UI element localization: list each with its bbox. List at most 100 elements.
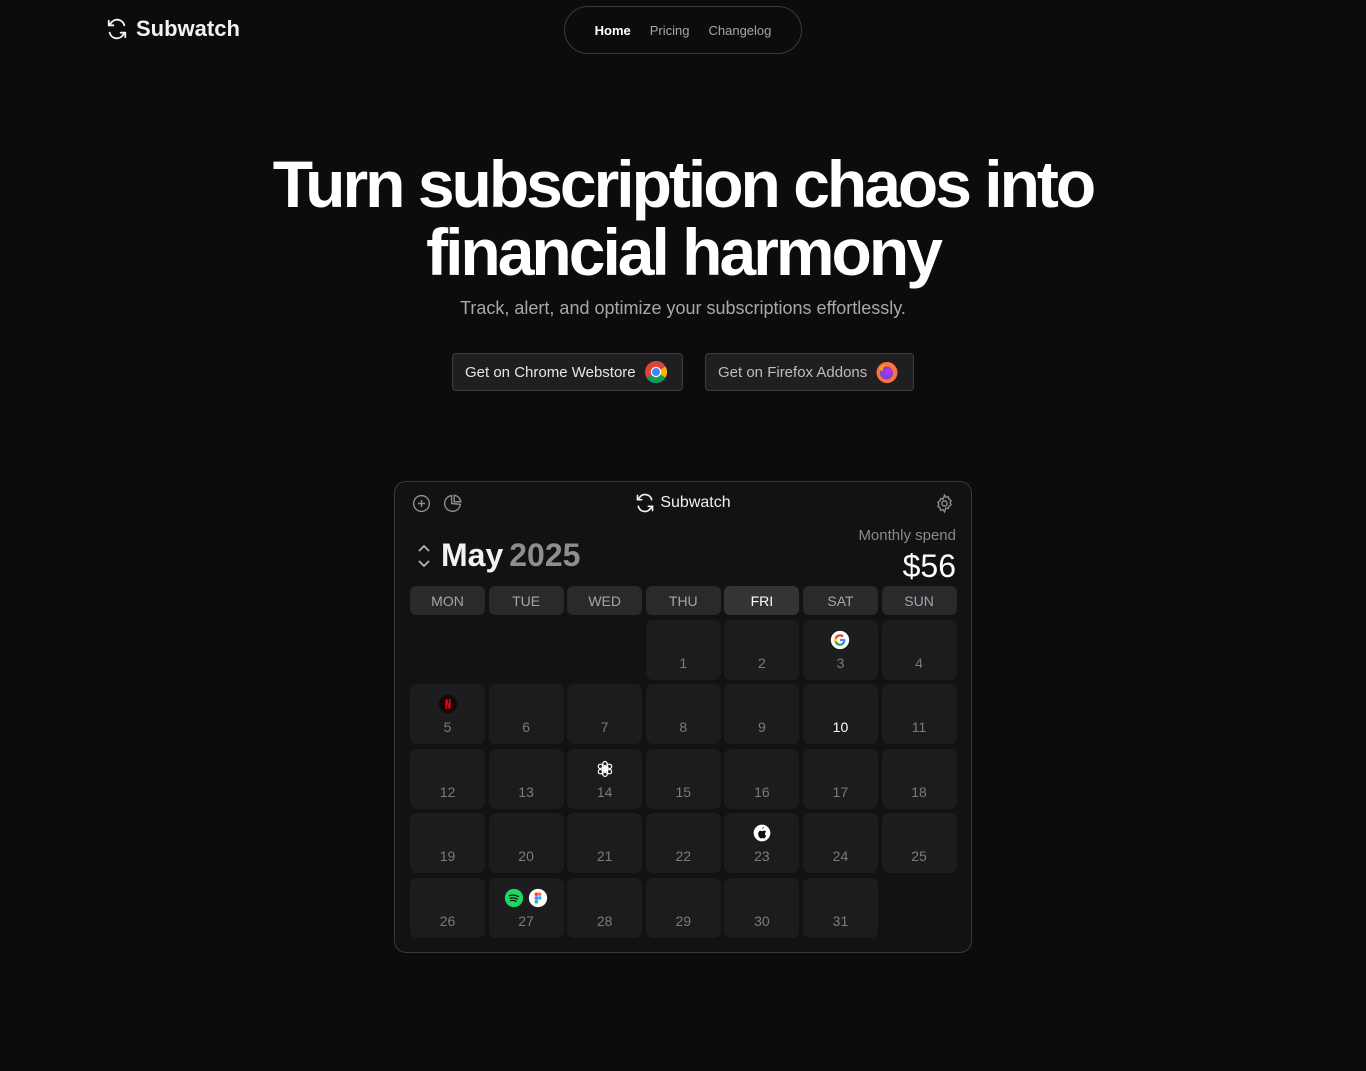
calendar-day-25[interactable]: 25 [881, 813, 957, 874]
calendar-day-10[interactable]: 10 [802, 684, 878, 745]
firefox-addons-button[interactable]: Get on Firefox Addons [705, 353, 914, 391]
app-preview-card: Subwatch May 2025 Monthly spend $56 MON T… [394, 481, 972, 953]
openai-icon [595, 759, 615, 784]
calendar-day-13[interactable]: 13 [488, 748, 564, 809]
day-number: 16 [754, 783, 770, 800]
calendar-day-5[interactable]: 5 [410, 684, 485, 745]
calendar-day-16[interactable]: 16 [724, 748, 800, 809]
calendar-day-2[interactable]: 2 [724, 620, 800, 680]
settings-gear-icon[interactable] [934, 493, 955, 514]
day-number: 7 [600, 719, 609, 736]
month-label: May [441, 537, 504, 573]
hero-subtitle: Track, alert, and optimize your subscrip… [460, 298, 906, 318]
chrome-webstore-button[interactable]: Get on Chrome Webstore [452, 353, 683, 391]
weekday-header-mon: MON [410, 586, 485, 615]
calendar-day-7[interactable]: 7 [567, 684, 643, 745]
day-number: 10 [832, 719, 849, 736]
spotify-icon [504, 888, 524, 913]
month-selector: May 2025 [417, 537, 580, 574]
calendar-day-24[interactable]: 24 [802, 813, 878, 874]
day-number: 26 [439, 912, 456, 929]
calendar-day-3[interactable]: 3 [802, 620, 878, 680]
netflix-icon [438, 694, 458, 719]
calendar-day-6[interactable]: 6 [488, 684, 564, 745]
nav-changelog[interactable]: Changelog [708, 23, 771, 38]
card-title: Subwatch [395, 493, 971, 513]
calendar-empty-cell [410, 620, 485, 680]
day-number: 8 [679, 719, 688, 736]
calendar-day-4[interactable]: 4 [881, 620, 957, 680]
day-number: 3 [836, 655, 845, 671]
refresh-icon [107, 18, 127, 40]
calendar-day-18[interactable]: 18 [881, 748, 957, 809]
calendar-day-1[interactable]: 1 [645, 620, 721, 680]
subscription-icons [504, 888, 548, 913]
firefox-icon [876, 362, 898, 383]
calendar-day-21[interactable]: 21 [567, 813, 643, 874]
calendar-day-8[interactable]: 8 [645, 684, 721, 745]
day-number: 13 [518, 783, 534, 800]
subscription-icons [438, 694, 458, 719]
calendar-day-17[interactable]: 17 [802, 748, 878, 809]
calendar-day-19[interactable]: 19 [410, 813, 485, 874]
calendar-grid: MON TUE WED THU FRI SAT SUN 1 2 3 4 5 6 7 8 9 10 11 12 13 14… [410, 586, 957, 942]
year-label: 2025 [509, 537, 581, 573]
chevron-up-icon[interactable] [417, 543, 431, 554]
day-number: 2 [757, 655, 766, 671]
figma-icon [528, 888, 548, 913]
calendar-day-28[interactable]: 28 [567, 877, 643, 938]
nav-home[interactable]: Home [595, 23, 631, 38]
calendar-day-20[interactable]: 20 [488, 813, 564, 874]
chrome-icon [644, 361, 667, 383]
nav-pricing[interactable]: Pricing [650, 23, 690, 38]
landing-page: Subwatch Home Pricing Changelog Turn sub… [0, 0, 1366, 1071]
subscription-icons [830, 630, 850, 655]
calendar-day-15[interactable]: 15 [645, 748, 721, 809]
day-number: 20 [518, 848, 534, 865]
day-number: 12 [439, 783, 456, 800]
top-nav: Home Pricing Changelog [564, 6, 802, 54]
calendar-day-27[interactable]: 27 [488, 877, 564, 938]
weekday-header-sun: SUN [881, 586, 957, 615]
card-title-text: Subwatch [660, 494, 731, 511]
calendar-day-30[interactable]: 30 [724, 877, 800, 938]
calendar-day-29[interactable]: 29 [645, 877, 721, 938]
firefox-button-label: Get on Firefox Addons [718, 363, 868, 381]
day-number: 11 [911, 719, 927, 736]
monthly-spend-label: Monthly spend [858, 527, 956, 544]
day-number: 29 [675, 912, 692, 929]
day-number: 6 [522, 719, 530, 736]
brand-logo[interactable]: Subwatch [106, 16, 240, 42]
google-icon [830, 630, 850, 655]
day-number: 5 [443, 719, 452, 736]
day-number: 27 [518, 912, 534, 929]
day-number: 1 [679, 655, 688, 671]
day-number: 25 [911, 848, 927, 865]
day-number: 14 [596, 783, 613, 800]
calendar-day-23[interactable]: 23 [724, 813, 800, 874]
hero-title: Turn subscription chaos into financial h… [0, 150, 1366, 286]
calendar-day-11[interactable]: 11 [881, 684, 957, 745]
month-stepper[interactable] [417, 543, 431, 569]
day-number: 24 [832, 848, 849, 865]
calendar-day-12[interactable]: 12 [410, 748, 485, 809]
calendar-day-26[interactable]: 26 [410, 877, 485, 938]
hero-title-line-2: financial harmony [426, 215, 943, 289]
calendar-day-31[interactable]: 31 [802, 877, 878, 938]
day-number: 30 [754, 912, 770, 929]
weekday-header-tue: TUE [488, 586, 564, 615]
day-number: 21 [596, 848, 613, 865]
calendar-day-14[interactable]: 14 [567, 748, 643, 809]
day-number: 17 [832, 783, 849, 800]
day-number: 15 [675, 783, 692, 800]
day-number: 23 [754, 848, 770, 865]
calendar-empty-cell [567, 620, 642, 680]
weekday-header-wed: WED [567, 586, 643, 615]
calendar-day-9[interactable]: 9 [724, 684, 800, 745]
weekday-header-sat: SAT [802, 586, 878, 615]
weekday-header-thu: THU [645, 586, 721, 615]
subscription-icons [752, 823, 772, 848]
calendar-day-22[interactable]: 22 [645, 813, 721, 874]
hero-title-line-1: Turn subscription chaos into [272, 147, 1096, 221]
chevron-down-icon[interactable] [417, 558, 431, 569]
